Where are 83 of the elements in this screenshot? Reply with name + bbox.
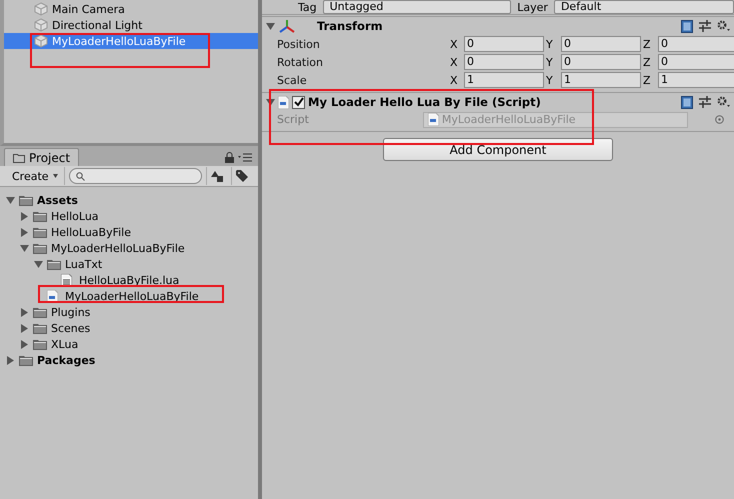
help-book-icon[interactable] — [681, 20, 693, 32]
property-label: Script — [277, 113, 309, 126]
folder-icon — [33, 242, 47, 254]
axis-label: Z — [643, 74, 652, 86]
csharp-file-icon — [278, 96, 289, 108]
folder-icon — [47, 258, 61, 270]
folder-icon — [33, 306, 47, 318]
number-field[interactable]: 0 — [561, 54, 641, 70]
project-item[interactable]: XLua — [51, 338, 78, 350]
number-field[interactable]: 0 — [464, 36, 544, 52]
settings-icon[interactable] — [717, 96, 730, 108]
expanded-arrow-icon[interactable] — [266, 98, 275, 106]
axis-label: Y — [546, 38, 554, 50]
number-field[interactable]: 0 — [658, 36, 734, 52]
folder-icon — [33, 338, 47, 350]
project-item[interactable]: MyLoaderHelloLuaByFile — [51, 242, 185, 254]
number-field[interactable]: 1 — [658, 72, 734, 88]
script-field: MyLoaderHelloLuaByFile — [422, 112, 688, 128]
folder-icon — [33, 210, 47, 222]
create-button[interactable]: Create — [6, 167, 65, 185]
project-item[interactable]: Scenes — [51, 322, 90, 334]
layer-label: Layer — [517, 0, 548, 14]
number-field[interactable]: 1 — [561, 72, 641, 88]
project-item[interactable]: LuaTxt — [65, 258, 102, 270]
tag-label: Tag — [298, 0, 317, 14]
axis-label: X — [450, 38, 459, 50]
hierarchy-item[interactable]: MyLoaderHelloLuaByFile — [4, 33, 258, 49]
sliders-icon[interactable] — [699, 20, 711, 32]
axis-label: X — [450, 56, 459, 68]
search-icon — [76, 172, 85, 180]
folder-icon — [13, 152, 25, 162]
number-field[interactable]: 1 — [464, 72, 544, 88]
add-component-button[interactable]: Add Component — [383, 138, 613, 161]
lock-icon[interactable] — [225, 152, 234, 163]
folder-icon — [33, 322, 47, 334]
tag-icon[interactable] — [236, 170, 248, 182]
sliders-icon[interactable] — [699, 96, 711, 108]
enabled-checkbox[interactable] — [292, 96, 305, 108]
axis-label: Z — [643, 38, 652, 50]
project-item[interactable]: Assets — [37, 194, 78, 206]
project-item[interactable]: MyLoaderHelloLuaByFile — [65, 290, 199, 302]
folder-icon — [33, 226, 47, 238]
text-file-icon — [61, 274, 72, 286]
project-item[interactable]: Plugins — [51, 306, 90, 318]
axis-label: Z — [643, 56, 652, 68]
cube-icon — [34, 34, 48, 48]
project-item[interactable]: HelloLuaByFile.lua — [79, 274, 180, 286]
number-field[interactable]: 0 — [658, 54, 734, 70]
property-label: Rotation — [277, 56, 324, 68]
check-icon — [294, 97, 304, 107]
csharp-file-icon — [428, 113, 439, 126]
cube-icon — [34, 18, 48, 32]
number-field[interactable]: 0 — [561, 36, 641, 52]
tag-dropdown[interactable]: Untagged — [322, 0, 512, 14]
help-book-icon[interactable] — [681, 96, 693, 108]
axis-label: Y — [546, 56, 554, 68]
axis-label: X — [450, 74, 459, 86]
axes-icon — [278, 19, 296, 33]
project-item[interactable]: HelloLuaByFile — [51, 226, 131, 238]
caret-icon — [52, 174, 58, 178]
folder-icon — [19, 354, 33, 366]
search-field[interactable] — [68, 168, 202, 184]
expanded-arrow-icon[interactable] — [6, 196, 15, 204]
project-item[interactable]: HelloLua — [51, 210, 99, 222]
component-title: Transform — [317, 19, 383, 33]
cube-icon — [34, 2, 48, 16]
hierarchy-item[interactable]: Main Camera — [4, 1, 258, 17]
hierarchy-item[interactable]: Directional Light — [4, 17, 258, 33]
shapes-icon[interactable] — [210, 170, 224, 182]
settings-icon[interactable] — [717, 20, 730, 32]
property-label: Position — [277, 38, 321, 50]
folder-icon — [19, 194, 33, 206]
project-tab[interactable]: Project — [4, 148, 80, 166]
expanded-arrow-icon[interactable] — [266, 22, 275, 30]
layer-dropdown[interactable]: Default — [554, 0, 734, 14]
component-title: My Loader Hello Lua By File (Script) — [308, 95, 541, 109]
axis-label: Y — [546, 74, 554, 86]
menu-icon[interactable] — [238, 153, 252, 162]
property-label: Scale — [277, 74, 308, 86]
csharp-file-icon — [47, 290, 58, 302]
target-icon[interactable] — [715, 115, 724, 124]
project-item[interactable]: Packages — [37, 354, 96, 366]
number-field[interactable]: 0 — [464, 54, 544, 70]
